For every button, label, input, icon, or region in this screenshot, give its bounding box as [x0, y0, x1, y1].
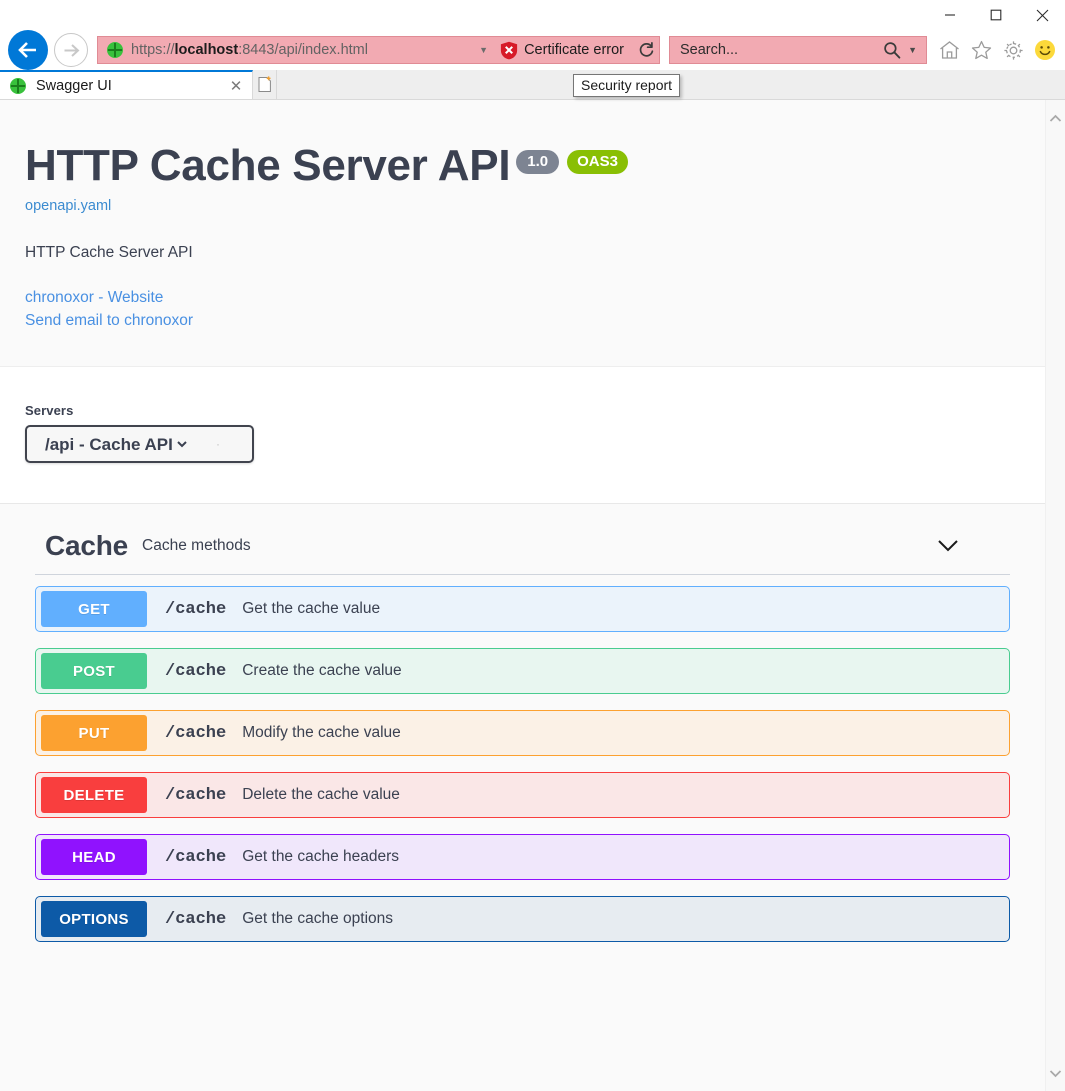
api-title-row: HTTP Cache Server API 1.0 OAS3 [25, 144, 1020, 188]
favorites-star-icon[interactable] [965, 34, 997, 66]
search-bar[interactable]: Search... ▼ [669, 36, 927, 64]
server-select[interactable]: /api - Cache API [41, 432, 190, 456]
operation-summary: Get the cache headers [226, 848, 1004, 866]
back-button[interactable] [8, 30, 48, 70]
operation-path: /cache [147, 786, 226, 805]
servers-label: Servers [25, 403, 1020, 418]
operation-path: /cache [147, 848, 226, 867]
search-icon[interactable] [883, 41, 905, 59]
tag-section-cache: Cache Cache methods [0, 504, 1045, 575]
servers-block: Servers /api - Cache API · [0, 366, 1045, 503]
url-text: https://localhost:8443/api/index.html [131, 42, 473, 58]
operation-method-badge: PUT [41, 715, 147, 751]
certificate-error-indicator[interactable]: Certificate error [500, 41, 628, 60]
certificate-error-label: Certificate error [524, 42, 624, 58]
search-dropdown-caret-icon[interactable]: ▼ [905, 45, 926, 55]
tab-close-icon[interactable]: ✕ [226, 76, 246, 96]
chevron-down-icon[interactable] [934, 532, 962, 560]
operation-path: /cache [147, 600, 226, 619]
operation-method-badge: HEAD [41, 839, 147, 875]
url-scheme: https:// [131, 42, 175, 58]
scroll-down-arrow-icon[interactable] [1046, 1063, 1065, 1083]
title-bar [0, 0, 1065, 30]
operation-method-badge: GET [41, 591, 147, 627]
address-bar[interactable]: https://localhost:8443/api/index.html ▼ … [97, 36, 660, 64]
api-description: HTTP Cache Server API [25, 244, 1020, 262]
operation-path: /cache [147, 662, 226, 681]
new-tab-button[interactable] [253, 70, 277, 99]
version-badge: 1.0 [516, 150, 559, 174]
operation-summary: Get the cache value [226, 600, 1004, 618]
server-select-wrapper[interactable]: /api - Cache API · [25, 425, 254, 463]
operation-summary: Get the cache options [226, 910, 1004, 928]
operation-method-badge: DELETE [41, 777, 147, 813]
operation-summary: Delete the cache value [226, 786, 1004, 804]
browser-toolbar-icons [927, 34, 1061, 66]
minimize-button[interactable] [927, 0, 973, 30]
tag-name: Cache [45, 530, 128, 562]
contact-website-link[interactable]: chronoxor - Website [25, 286, 1020, 309]
scroll-up-arrow-icon[interactable] [1046, 108, 1065, 128]
tab-strip: Swagger UI ✕ [0, 70, 1065, 100]
operation-row-put[interactable]: PUT/cacheModify the cache value [35, 710, 1010, 756]
server-trailing-dot: · [216, 437, 220, 451]
page-title: HTTP Cache Server API [25, 144, 510, 188]
page-scrollbar[interactable] [1045, 100, 1065, 1091]
operation-summary: Create the cache value [226, 662, 1004, 680]
refresh-button[interactable] [633, 37, 659, 63]
url-rest: :8443/api/index.html [238, 42, 368, 58]
operations-list: GET/cacheGet the cache valuePOST/cacheCr… [0, 575, 1045, 942]
feedback-smiley-icon[interactable] [1029, 34, 1061, 66]
refresh-icon [638, 42, 655, 59]
address-dropdown-caret-icon[interactable]: ▼ [473, 45, 500, 55]
operation-row-options[interactable]: OPTIONS/cacheGet the cache options [35, 896, 1010, 942]
settings-gear-icon[interactable] [997, 34, 1029, 66]
tab-swagger-ui[interactable]: Swagger UI ✕ [0, 70, 253, 99]
operation-path: /cache [147, 724, 226, 743]
operation-method-badge: OPTIONS [41, 901, 147, 937]
operation-summary: Modify the cache value [226, 724, 1004, 742]
contact-email-link[interactable]: Send email to chronoxor [25, 309, 1020, 332]
api-info-header: HTTP Cache Server API 1.0 OAS3 openapi.y… [0, 100, 1045, 366]
api-badges: 1.0 OAS3 [516, 150, 628, 174]
navigation-toolbar: https://localhost:8443/api/index.html ▼ … [0, 30, 1065, 70]
oas-badge: OAS3 [567, 150, 628, 174]
page-viewport: HTTP Cache Server API 1.0 OAS3 openapi.y… [0, 100, 1065, 1091]
api-contact-links: chronoxor - Website Send email to chrono… [25, 286, 1020, 332]
browser-window: https://localhost:8443/api/index.html ▼ … [0, 0, 1065, 1091]
swagger-ui-page: HTTP Cache Server API 1.0 OAS3 openapi.y… [0, 100, 1045, 1091]
tag-description: Cache methods [142, 537, 934, 555]
tab-favicon-icon [10, 78, 26, 94]
new-tab-icon [258, 76, 272, 93]
tag-header[interactable]: Cache Cache methods [35, 520, 1010, 575]
operation-row-post[interactable]: POST/cacheCreate the cache value [35, 648, 1010, 694]
tab-title: Swagger UI [36, 78, 226, 94]
search-input[interactable]: Search... [670, 42, 883, 58]
security-report-tooltip: Security report [573, 74, 680, 97]
shield-warning-icon [500, 41, 518, 60]
url-host: localhost [175, 42, 239, 58]
forward-button[interactable] [54, 33, 88, 67]
operation-method-badge: POST [41, 653, 147, 689]
maximize-button[interactable] [973, 0, 1019, 30]
operation-row-head[interactable]: HEAD/cacheGet the cache headers [35, 834, 1010, 880]
operation-row-delete[interactable]: DELETE/cacheDelete the cache value [35, 772, 1010, 818]
close-button[interactable] [1019, 0, 1065, 30]
operation-row-get[interactable]: GET/cacheGet the cache value [35, 586, 1010, 632]
operation-path: /cache [147, 910, 226, 929]
home-icon[interactable] [933, 34, 965, 66]
site-identity-icon [107, 42, 123, 58]
spec-url-link[interactable]: openapi.yaml [25, 198, 1020, 214]
